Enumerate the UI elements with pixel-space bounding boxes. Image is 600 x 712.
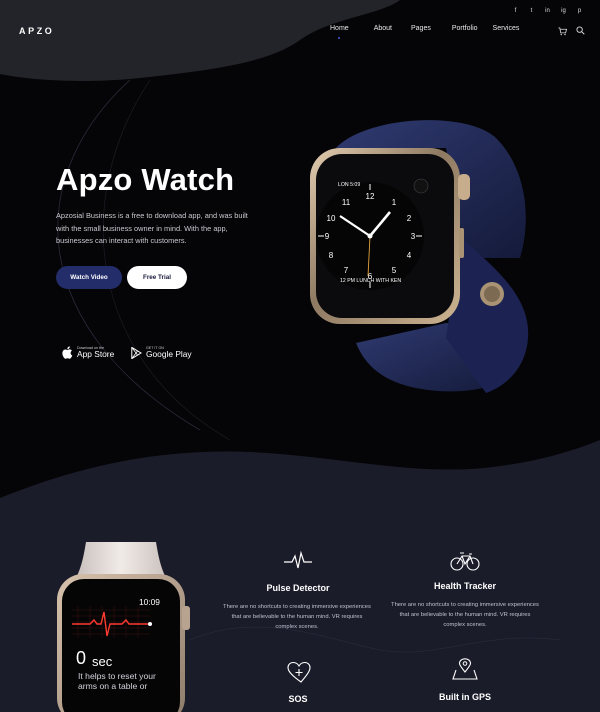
free-trial-button[interactable]: Free Trial [127, 266, 187, 289]
app-store-badge[interactable]: Download on the App Store [62, 346, 114, 359]
svg-text:8: 8 [329, 251, 334, 260]
apple-icon [62, 346, 73, 359]
page: APZO Home About Pages Portfolio Services… [0, 0, 600, 712]
svg-text:5: 5 [392, 266, 397, 275]
linkedin-icon[interactable]: in [544, 8, 551, 14]
svg-text:2: 2 [407, 214, 412, 223]
nav-about[interactable]: About [374, 25, 392, 32]
nav-portfolio[interactable]: Portfolio [452, 25, 478, 32]
feature-desc-pulse: There are no shortcuts to creating immer… [223, 604, 371, 631]
watch-event-text: 12 PM LUNCH WITH KEN [340, 278, 402, 284]
main-nav: Home About Pages Portfolio Services [330, 25, 520, 39]
health-watch-time: 10:09 [139, 597, 160, 607]
pinterest-icon[interactable]: p [576, 8, 583, 14]
hero-description: Apzosial Business is a free to download … [56, 211, 248, 246]
google-play-icon [131, 346, 142, 359]
instagram-icon[interactable]: ig [560, 8, 567, 14]
svg-text:1: 1 [392, 198, 397, 207]
svg-text:11: 11 [342, 198, 351, 207]
seconds-value: 0 [76, 648, 87, 668]
seconds-unit: sec [92, 654, 113, 669]
svg-text:9: 9 [325, 232, 330, 241]
twitter-icon[interactable]: t [528, 8, 535, 14]
svg-text:7: 7 [344, 266, 349, 275]
hero-title: Apzo Watch [56, 162, 235, 197]
feature-desc-health: There are no shortcuts to creating immer… [391, 602, 539, 629]
feature-title-gps: Built in GPS [438, 692, 491, 702]
svg-text:3: 3 [411, 232, 416, 241]
nav-home[interactable]: Home [330, 25, 349, 39]
nav-services[interactable]: Services [493, 25, 520, 32]
feature-title-health: Health Tracker [433, 581, 497, 591]
map-pin-icon [452, 658, 478, 680]
feature-title-pulse: Pulse Detector [266, 583, 330, 593]
google-play-badge[interactable]: GET IT ON Google Play [131, 346, 192, 359]
cart-icon[interactable] [558, 27, 567, 36]
health-watch-help-text: It helps to reset your arms on a table o… [78, 671, 156, 691]
svg-text:4: 4 [407, 251, 412, 260]
pulse-icon [284, 550, 312, 569]
hero-watch-image: 1212 345 678 91011 [310, 120, 529, 393]
logo[interactable]: APZO [19, 26, 54, 36]
svg-text:10: 10 [327, 214, 336, 223]
app-store-text: App Store [77, 349, 115, 359]
facebook-icon[interactable]: f [512, 8, 519, 14]
google-play-text: Google Play [146, 349, 192, 359]
search-icon[interactable] [576, 26, 585, 35]
svg-text:12: 12 [366, 192, 375, 201]
social-links: f t in ig p [512, 8, 583, 14]
watch-date-text: LON 5:09 [338, 182, 361, 188]
feature-title-sos: SOS [288, 694, 308, 704]
bicycle-icon [450, 552, 480, 571]
nav-pages[interactable]: Pages [411, 25, 431, 32]
heart-plus-icon [287, 661, 311, 683]
watch-video-button[interactable]: Watch Video [56, 266, 122, 289]
